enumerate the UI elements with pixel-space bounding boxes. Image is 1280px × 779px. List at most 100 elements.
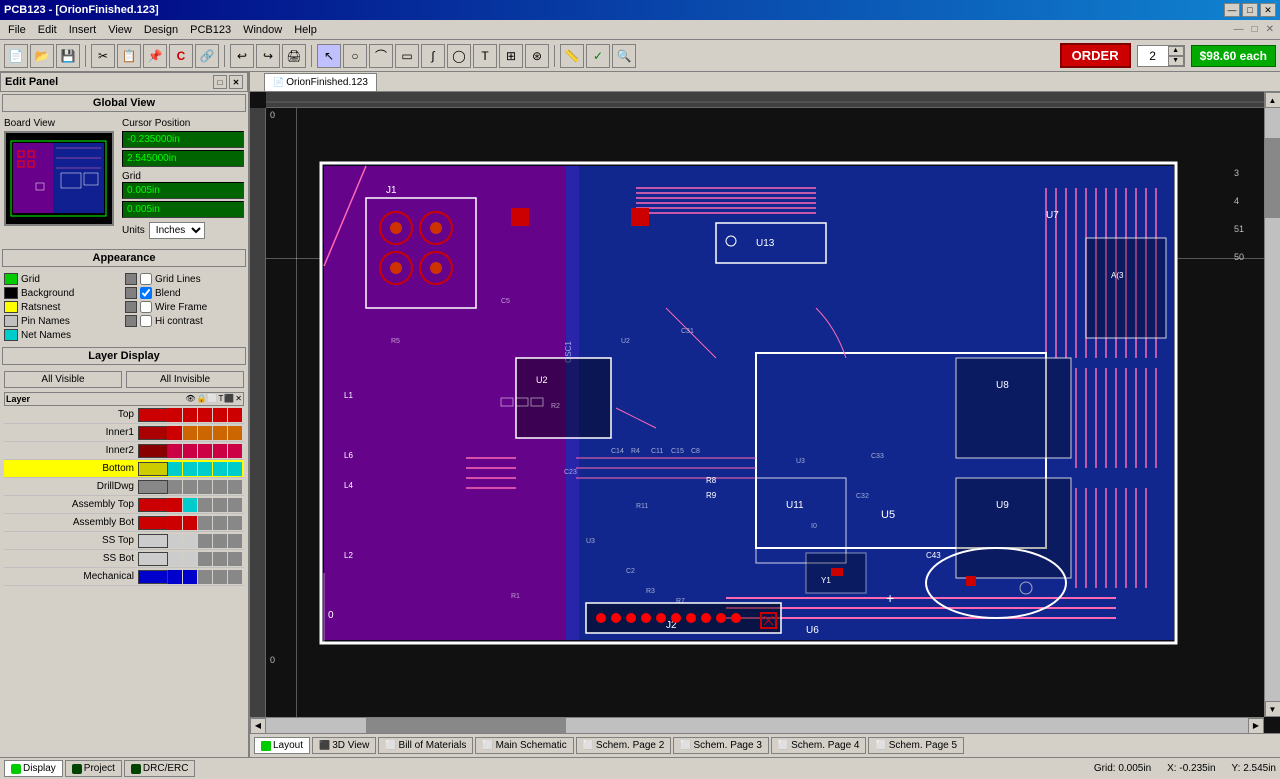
hi-contrast-check[interactable]: Hi contrast xyxy=(125,315,244,327)
menu-pcb123[interactable]: PCB123 xyxy=(184,22,237,38)
wire-frame-color[interactable] xyxy=(125,301,137,313)
paste-button[interactable]: 📌 xyxy=(143,44,167,68)
layer-inner2[interactable]: Inner2 xyxy=(4,442,244,460)
via-tool[interactable]: ⊛ xyxy=(525,44,549,68)
layer-ss-top-color[interactable] xyxy=(138,534,168,548)
print-button[interactable]: 🖨 xyxy=(282,44,306,68)
h-scroll-track[interactable] xyxy=(266,718,1248,733)
layer-ss-bot[interactable]: SS Bot xyxy=(4,550,244,568)
menu-edit[interactable]: Edit xyxy=(32,22,63,38)
title-bar-buttons[interactable]: — □ ✕ xyxy=(1224,3,1276,17)
pcb-content[interactable]: J1 OSC1 xyxy=(266,108,1264,717)
layer-assembly-bot[interactable]: Assembly Bot xyxy=(4,514,244,532)
curve-tool[interactable]: ∫ xyxy=(421,44,445,68)
units-select[interactable]: Inches mm xyxy=(149,222,205,239)
net-names-item[interactable]: Net Names xyxy=(4,329,123,341)
status-display-tab[interactable]: Display xyxy=(4,760,63,777)
qty-up[interactable]: ▲ xyxy=(1168,46,1184,56)
blend-checkbox[interactable] xyxy=(140,287,152,299)
background-color-item[interactable]: Background xyxy=(4,287,123,299)
menu-design[interactable]: Design xyxy=(138,22,184,38)
pcb-board-svg[interactable]: J1 OSC1 xyxy=(316,158,1186,658)
tab-schem-p4[interactable]: ⬜ Schem. Page 4 xyxy=(771,737,867,754)
ratsnest-button[interactable]: 🔗 xyxy=(195,44,219,68)
layer-ss-bot-color[interactable] xyxy=(138,552,168,566)
zoom-tool[interactable]: 🔍 xyxy=(612,44,636,68)
grid-lines-checkbox[interactable] xyxy=(140,273,152,285)
quantity-control[interactable]: ▲ ▼ xyxy=(1137,45,1185,67)
check-tool[interactable]: ✓ xyxy=(586,44,610,68)
save-button[interactable]: 💾 xyxy=(56,44,80,68)
minimize-button[interactable]: — xyxy=(1224,3,1240,17)
layer-assembly-top[interactable]: Assembly Top xyxy=(4,496,244,514)
arc-tool[interactable]: ⌒ xyxy=(369,44,393,68)
cut-button[interactable]: ✂ xyxy=(91,44,115,68)
menu-view[interactable]: View xyxy=(102,22,138,38)
scroll-down[interactable]: ▼ xyxy=(1265,701,1280,717)
v-scrollbar[interactable]: ▲ ▼ xyxy=(1264,92,1280,717)
scroll-right[interactable]: ▶ xyxy=(1248,718,1264,734)
open-button[interactable]: 📂 xyxy=(30,44,54,68)
pin-names-color-box[interactable] xyxy=(4,315,18,327)
order-button[interactable]: ORDER xyxy=(1060,43,1131,68)
wire-frame-check[interactable]: Wire Frame xyxy=(125,301,244,313)
hi-contrast-color[interactable] xyxy=(125,315,137,327)
layer-inner1[interactable]: Inner1 xyxy=(4,424,244,442)
grid-lines-check[interactable]: Grid Lines xyxy=(125,273,244,285)
redo-button[interactable]: ↪ xyxy=(256,44,280,68)
v-scroll-track[interactable] xyxy=(1265,108,1280,701)
pcb-canvas-area[interactable]: J1 OSC1 xyxy=(250,92,1280,733)
blend-color[interactable] xyxy=(125,287,137,299)
panel-restore[interactable]: □ xyxy=(213,75,227,89)
tab-main-schematic[interactable]: ⬜ Main Schematic xyxy=(475,737,573,754)
layer-drilldwg-color[interactable] xyxy=(138,480,168,494)
scroll-up[interactable]: ▲ xyxy=(1265,92,1280,108)
tab-schem-p3[interactable]: ⬜ Schem. Page 3 xyxy=(673,737,769,754)
component-button[interactable]: C xyxy=(169,44,193,68)
copy-button[interactable]: 📋 xyxy=(117,44,141,68)
text-tool[interactable]: T xyxy=(473,44,497,68)
ratsnest-color-box[interactable] xyxy=(4,301,18,313)
tab-3d-view[interactable]: ⬛ 3D View xyxy=(312,737,376,754)
menu-file[interactable]: File xyxy=(2,22,32,38)
grid-color-item[interactable]: Grid xyxy=(4,273,123,285)
scroll-left[interactable]: ◀ xyxy=(250,718,266,734)
board-view-box[interactable] xyxy=(4,131,114,226)
layer-bottom[interactable]: Bottom xyxy=(4,460,244,478)
document-tab[interactable]: 📄 OrionFinished.123 xyxy=(264,73,377,91)
layer-bottom-color[interactable] xyxy=(138,462,168,476)
all-visible-button[interactable]: All Visible xyxy=(4,371,122,388)
tab-schem-p5[interactable]: ⬜ Schem. Page 5 xyxy=(868,737,964,754)
hi-contrast-checkbox[interactable] xyxy=(140,315,152,327)
qty-down[interactable]: ▼ xyxy=(1168,56,1184,66)
maximize-button[interactable]: □ xyxy=(1242,3,1258,17)
net-names-color-box[interactable] xyxy=(4,329,18,341)
layer-inner2-color[interactable] xyxy=(138,444,168,458)
quantity-input[interactable] xyxy=(1138,49,1168,63)
measure-tool[interactable]: 📏 xyxy=(560,44,584,68)
tab-bom[interactable]: ⬜ Bill of Materials xyxy=(378,737,473,754)
panel-close[interactable]: ✕ xyxy=(229,75,243,89)
layer-top-color[interactable] xyxy=(138,408,168,422)
menu-help[interactable]: Help xyxy=(288,22,323,38)
rect-tool[interactable]: ▭ xyxy=(395,44,419,68)
grid-lines-color[interactable] xyxy=(125,273,137,285)
h-scrollbar[interactable]: ◀ ▶ xyxy=(250,717,1264,733)
blend-check[interactable]: Blend xyxy=(125,287,244,299)
all-invisible-button[interactable]: All Invisible xyxy=(126,371,244,388)
layer-drilldwg[interactable]: DrillDwg xyxy=(4,478,244,496)
circle-tool[interactable]: ○ xyxy=(343,44,367,68)
tab-layout[interactable]: Layout xyxy=(254,737,310,754)
menu-window[interactable]: Window xyxy=(237,22,288,38)
select-tool[interactable]: ↖ xyxy=(317,44,341,68)
tab-schem-p2[interactable]: ⬜ Schem. Page 2 xyxy=(576,737,672,754)
layer-assembly-top-color[interactable] xyxy=(138,498,168,512)
layer-ss-top[interactable]: SS Top xyxy=(4,532,244,550)
oval-tool[interactable]: ◯ xyxy=(447,44,471,68)
layer-assembly-bot-color[interactable] xyxy=(138,516,168,530)
close-button[interactable]: ✕ xyxy=(1260,3,1276,17)
menu-insert[interactable]: Insert xyxy=(63,22,103,38)
grid-color-box[interactable] xyxy=(4,273,18,285)
status-drc-tab[interactable]: DRC/ERC xyxy=(124,760,196,777)
layer-mechanical-color[interactable] xyxy=(138,570,168,584)
